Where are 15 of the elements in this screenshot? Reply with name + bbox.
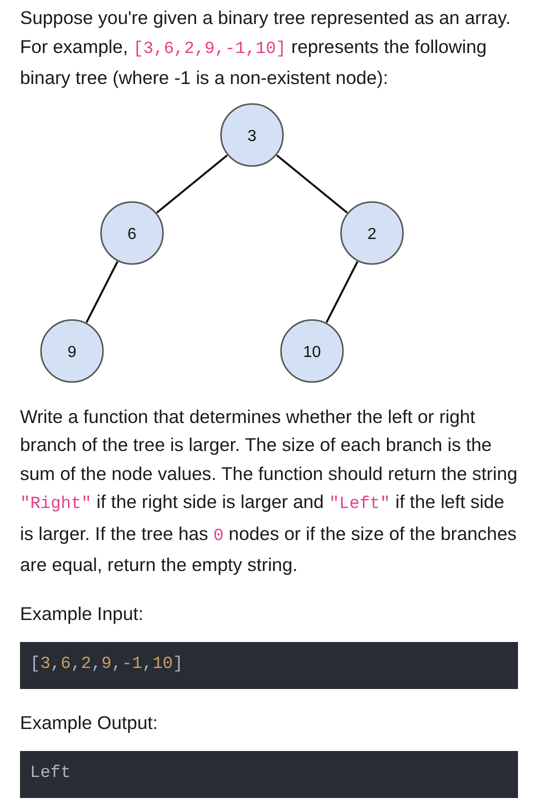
tree-node: 6 [100,200,164,264]
tree-edge [86,260,118,322]
tree-edge [276,154,348,214]
tree-edge [156,154,228,214]
tree-edge [326,260,358,322]
code-block: Left [20,750,518,798]
intro-paragraph: Suppose you're given a binary tree represented as an array. For example, [3,6,2,9,-1,10] represents the following binary tree (where -1 is a non-existent node): [20,6,512,90]
code-block: [3,6,2,9,-1,10] [20,642,518,688]
tree-node: 10 [280,318,344,382]
example-label: Example Output: [20,710,159,735]
example-label: Example Input: [20,602,144,626]
tree-node: 9 [40,318,104,382]
tree-node: 2 [340,200,404,264]
tree-node: 3 [220,102,284,166]
task-paragraph: Write a function that determines whether the left or right branch of the tree is larger. The size of each branch is the sum of the node values. The function should return the string "Right" if the right side is larger and "Left" if the left side is larger. If the tree has 0 nodes or if the size of the branches are equal, return the empty string. [20,404,518,577]
